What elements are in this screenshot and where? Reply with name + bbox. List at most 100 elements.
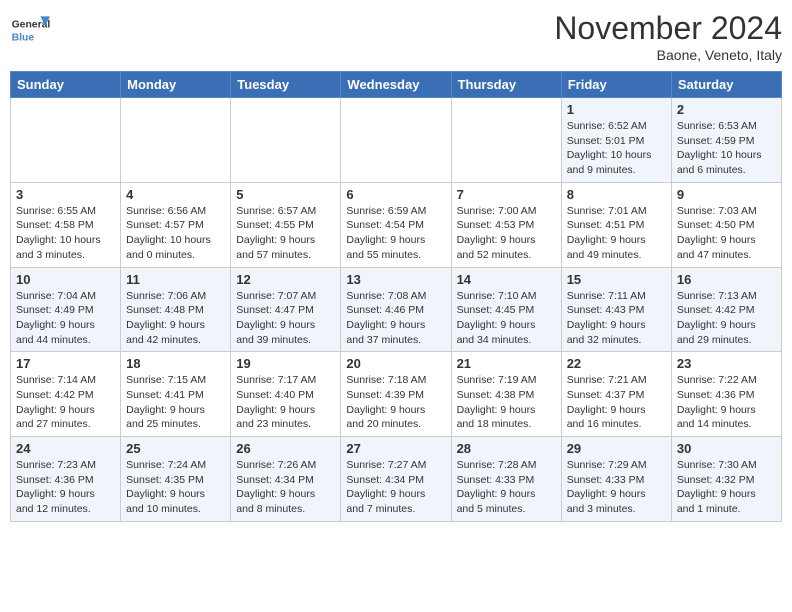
day-number: 13 xyxy=(346,272,445,287)
logo-icon: General Blue xyxy=(10,10,50,50)
day-number: 23 xyxy=(677,356,776,371)
table-row xyxy=(11,98,121,183)
day-info: Sunrise: 7:17 AM Sunset: 4:40 PM Dayligh… xyxy=(236,373,335,432)
table-row: 28 Sunrise: 7:28 AM Sunset: 4:33 PM Dayli… xyxy=(451,437,561,522)
day-info: Sunrise: 6:57 AM Sunset: 4:55 PM Dayligh… xyxy=(236,204,335,263)
table-row: 10 Sunrise: 7:04 AM Sunset: 4:49 PM Dayli… xyxy=(11,267,121,352)
table-row: 19 Sunrise: 7:17 AM Sunset: 4:40 PM Dayli… xyxy=(231,352,341,437)
table-row: 15 Sunrise: 7:11 AM Sunset: 4:43 PM Dayli… xyxy=(561,267,671,352)
day-number: 29 xyxy=(567,441,666,456)
day-number: 11 xyxy=(126,272,225,287)
day-info: Sunrise: 7:08 AM Sunset: 4:46 PM Dayligh… xyxy=(346,289,445,348)
day-number: 4 xyxy=(126,187,225,202)
table-row: 4 Sunrise: 6:56 AM Sunset: 4:57 PM Daylig… xyxy=(121,182,231,267)
table-row: 2 Sunrise: 6:53 AM Sunset: 4:59 PM Daylig… xyxy=(671,98,781,183)
day-info: Sunrise: 7:06 AM Sunset: 4:48 PM Dayligh… xyxy=(126,289,225,348)
day-number: 8 xyxy=(567,187,666,202)
header-sunday: Sunday xyxy=(11,72,121,98)
day-info: Sunrise: 7:11 AM Sunset: 4:43 PM Dayligh… xyxy=(567,289,666,348)
day-info: Sunrise: 7:24 AM Sunset: 4:35 PM Dayligh… xyxy=(126,458,225,517)
day-number: 12 xyxy=(236,272,335,287)
day-info: Sunrise: 6:56 AM Sunset: 4:57 PM Dayligh… xyxy=(126,204,225,263)
day-info: Sunrise: 7:03 AM Sunset: 4:50 PM Dayligh… xyxy=(677,204,776,263)
table-row: 6 Sunrise: 6:59 AM Sunset: 4:54 PM Daylig… xyxy=(341,182,451,267)
day-info: Sunrise: 6:59 AM Sunset: 4:54 PM Dayligh… xyxy=(346,204,445,263)
table-row: 21 Sunrise: 7:19 AM Sunset: 4:38 PM Dayli… xyxy=(451,352,561,437)
table-row: 17Sunrise: 7:14 AM Sunset: 4:42 PM Dayli… xyxy=(11,352,121,437)
day-info: Sunrise: 7:10 AM Sunset: 4:45 PM Dayligh… xyxy=(457,289,556,348)
day-info: Sunrise: 6:53 AM Sunset: 4:59 PM Dayligh… xyxy=(677,119,776,178)
calendar-header-row: Sunday Monday Tuesday Wednesday Thursday… xyxy=(11,72,782,98)
table-row: 24Sunrise: 7:23 AM Sunset: 4:36 PM Dayli… xyxy=(11,437,121,522)
table-row: 9 Sunrise: 7:03 AM Sunset: 4:50 PM Daylig… xyxy=(671,182,781,267)
header-saturday: Saturday xyxy=(671,72,781,98)
table-row xyxy=(451,98,561,183)
table-row: 8Sunrise: 7:01 AM Sunset: 4:51 PM Daylig… xyxy=(561,182,671,267)
day-info: Sunrise: 7:15 AM Sunset: 4:41 PM Dayligh… xyxy=(126,373,225,432)
table-row xyxy=(121,98,231,183)
table-row: 13 Sunrise: 7:08 AM Sunset: 4:46 PM Dayli… xyxy=(341,267,451,352)
day-info: Sunrise: 7:07 AM Sunset: 4:47 PM Dayligh… xyxy=(236,289,335,348)
svg-text:Blue: Blue xyxy=(12,32,35,43)
day-info: Sunrise: 7:29 AM Sunset: 4:33 PM Dayligh… xyxy=(567,458,666,517)
day-info: Sunrise: 7:21 AM Sunset: 4:37 PM Dayligh… xyxy=(567,373,666,432)
table-row: 14 Sunrise: 7:10 AM Sunset: 4:45 PM Dayli… xyxy=(451,267,561,352)
header-wednesday: Wednesday xyxy=(341,72,451,98)
table-row: 16Sunrise: 7:13 AM Sunset: 4:42 PM Dayli… xyxy=(671,267,781,352)
day-info: Sunrise: 7:22 AM Sunset: 4:36 PM Dayligh… xyxy=(677,373,776,432)
day-info: Sunrise: 7:04 AM Sunset: 4:49 PM Dayligh… xyxy=(16,289,115,348)
header-tuesday: Tuesday xyxy=(231,72,341,98)
day-number: 2 xyxy=(677,102,776,117)
day-number: 18 xyxy=(126,356,225,371)
table-row: 12 Sunrise: 7:07 AM Sunset: 4:47 PM Dayli… xyxy=(231,267,341,352)
day-number: 9 xyxy=(677,187,776,202)
table-row: 23 Sunrise: 7:22 AM Sunset: 4:36 PM Dayli… xyxy=(671,352,781,437)
table-row: 5Sunrise: 6:57 AM Sunset: 4:55 PM Daylig… xyxy=(231,182,341,267)
table-row: 7 Sunrise: 7:00 AM Sunset: 4:53 PM Daylig… xyxy=(451,182,561,267)
page-header: General Blue November 2024 Baone, Veneto… xyxy=(10,10,782,63)
table-row: 30Sunrise: 7:30 AM Sunset: 4:32 PM Dayli… xyxy=(671,437,781,522)
day-info: Sunrise: 7:26 AM Sunset: 4:34 PM Dayligh… xyxy=(236,458,335,517)
month-title: November 2024 xyxy=(554,10,782,47)
day-number: 24 xyxy=(16,441,115,456)
table-row: 26Sunrise: 7:26 AM Sunset: 4:34 PM Dayli… xyxy=(231,437,341,522)
table-row: 18 Sunrise: 7:15 AM Sunset: 4:41 PM Dayli… xyxy=(121,352,231,437)
day-number: 28 xyxy=(457,441,556,456)
calendar-week-1: 1 Sunrise: 6:52 AM Sunset: 5:01 PM Daylig… xyxy=(11,98,782,183)
header-monday: Monday xyxy=(121,72,231,98)
day-number: 22 xyxy=(567,356,666,371)
calendar-week-4: 17Sunrise: 7:14 AM Sunset: 4:42 PM Dayli… xyxy=(11,352,782,437)
calendar-body: 1 Sunrise: 6:52 AM Sunset: 5:01 PM Daylig… xyxy=(11,98,782,522)
day-number: 7 xyxy=(457,187,556,202)
day-info: Sunrise: 6:55 AM Sunset: 4:58 PM Dayligh… xyxy=(16,204,115,263)
logo: General Blue xyxy=(10,10,54,50)
table-row xyxy=(341,98,451,183)
day-number: 10 xyxy=(16,272,115,287)
day-number: 17 xyxy=(16,356,115,371)
day-info: Sunrise: 7:19 AM Sunset: 4:38 PM Dayligh… xyxy=(457,373,556,432)
day-number: 19 xyxy=(236,356,335,371)
table-row: 22 Sunrise: 7:21 AM Sunset: 4:37 PM Dayli… xyxy=(561,352,671,437)
day-number: 27 xyxy=(346,441,445,456)
day-number: 14 xyxy=(457,272,556,287)
location: Baone, Veneto, Italy xyxy=(554,47,782,63)
table-row: 25 Sunrise: 7:24 AM Sunset: 4:35 PM Dayli… xyxy=(121,437,231,522)
calendar-table: Sunday Monday Tuesday Wednesday Thursday… xyxy=(10,71,782,522)
table-row: 29 Sunrise: 7:29 AM Sunset: 4:33 PM Dayli… xyxy=(561,437,671,522)
day-number: 15 xyxy=(567,272,666,287)
day-number: 1 xyxy=(567,102,666,117)
day-number: 25 xyxy=(126,441,225,456)
day-info: Sunrise: 7:30 AM Sunset: 4:32 PM Dayligh… xyxy=(677,458,776,517)
day-number: 21 xyxy=(457,356,556,371)
day-info: Sunrise: 6:52 AM Sunset: 5:01 PM Dayligh… xyxy=(567,119,666,178)
day-info: Sunrise: 7:00 AM Sunset: 4:53 PM Dayligh… xyxy=(457,204,556,263)
day-number: 6 xyxy=(346,187,445,202)
calendar-week-2: 3Sunrise: 6:55 AM Sunset: 4:58 PM Daylig… xyxy=(11,182,782,267)
title-block: November 2024 Baone, Veneto, Italy xyxy=(554,10,782,63)
day-info: Sunrise: 7:18 AM Sunset: 4:39 PM Dayligh… xyxy=(346,373,445,432)
day-number: 20 xyxy=(346,356,445,371)
table-row: 27Sunrise: 7:27 AM Sunset: 4:34 PM Dayli… xyxy=(341,437,451,522)
day-info: Sunrise: 7:28 AM Sunset: 4:33 PM Dayligh… xyxy=(457,458,556,517)
table-row: 11 Sunrise: 7:06 AM Sunset: 4:48 PM Dayli… xyxy=(121,267,231,352)
day-number: 16 xyxy=(677,272,776,287)
